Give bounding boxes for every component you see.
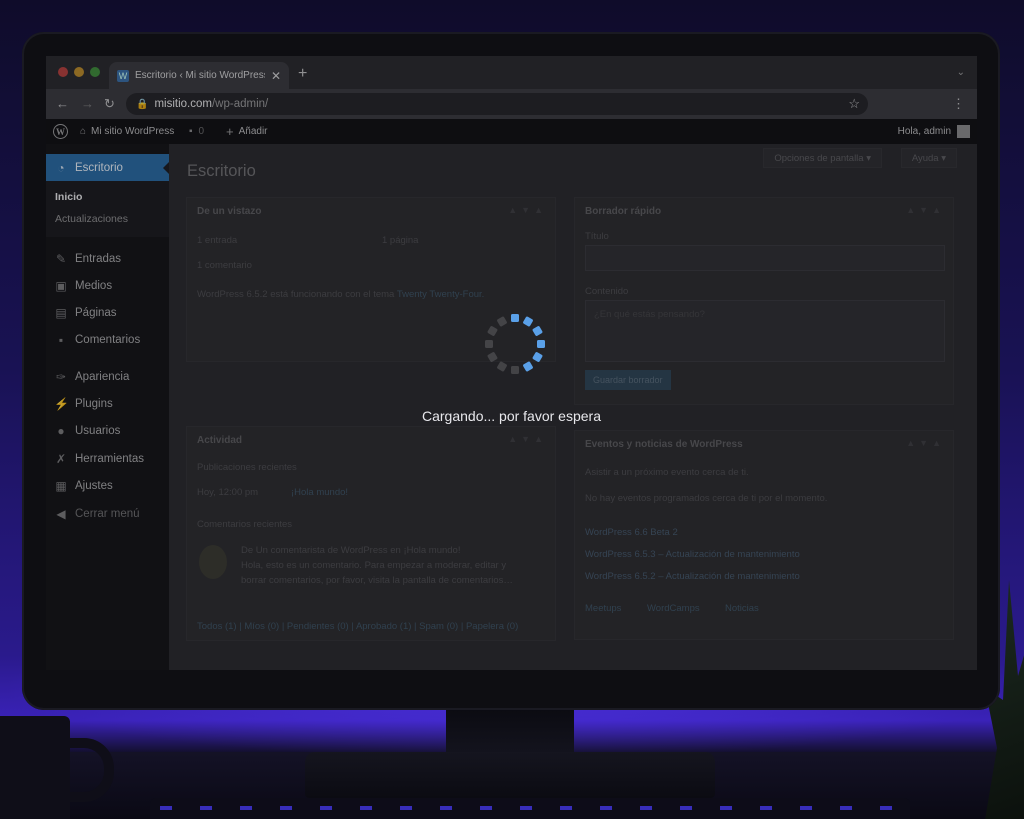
spinner-segment: [497, 361, 507, 372]
spinner-dots: [485, 314, 545, 374]
spinner-segment: [485, 340, 493, 348]
loading-overlay: Cargando... por favor espera: [46, 56, 977, 670]
spinner-segment: [532, 352, 543, 362]
monitor-base: [305, 752, 715, 798]
screen: W Escritorio ‹ Mi sitio WordPress ✕ + ⌄ …: [46, 56, 977, 670]
spinner-segment: [523, 361, 533, 372]
spinner-segment: [532, 326, 543, 336]
keyboard: [150, 798, 910, 819]
spinner-segment: [523, 316, 533, 327]
spinner-segment: [487, 352, 498, 362]
spinner-segment: [497, 316, 507, 327]
spinner-segment: [487, 326, 498, 336]
loading-text: Cargando... por favor espera: [422, 408, 601, 424]
spinner-segment: [511, 314, 519, 322]
spinner-segment: [511, 366, 519, 374]
coffee-mug: [0, 716, 70, 819]
spinner-segment: [537, 340, 545, 348]
loading-spinner-icon: [485, 314, 545, 374]
